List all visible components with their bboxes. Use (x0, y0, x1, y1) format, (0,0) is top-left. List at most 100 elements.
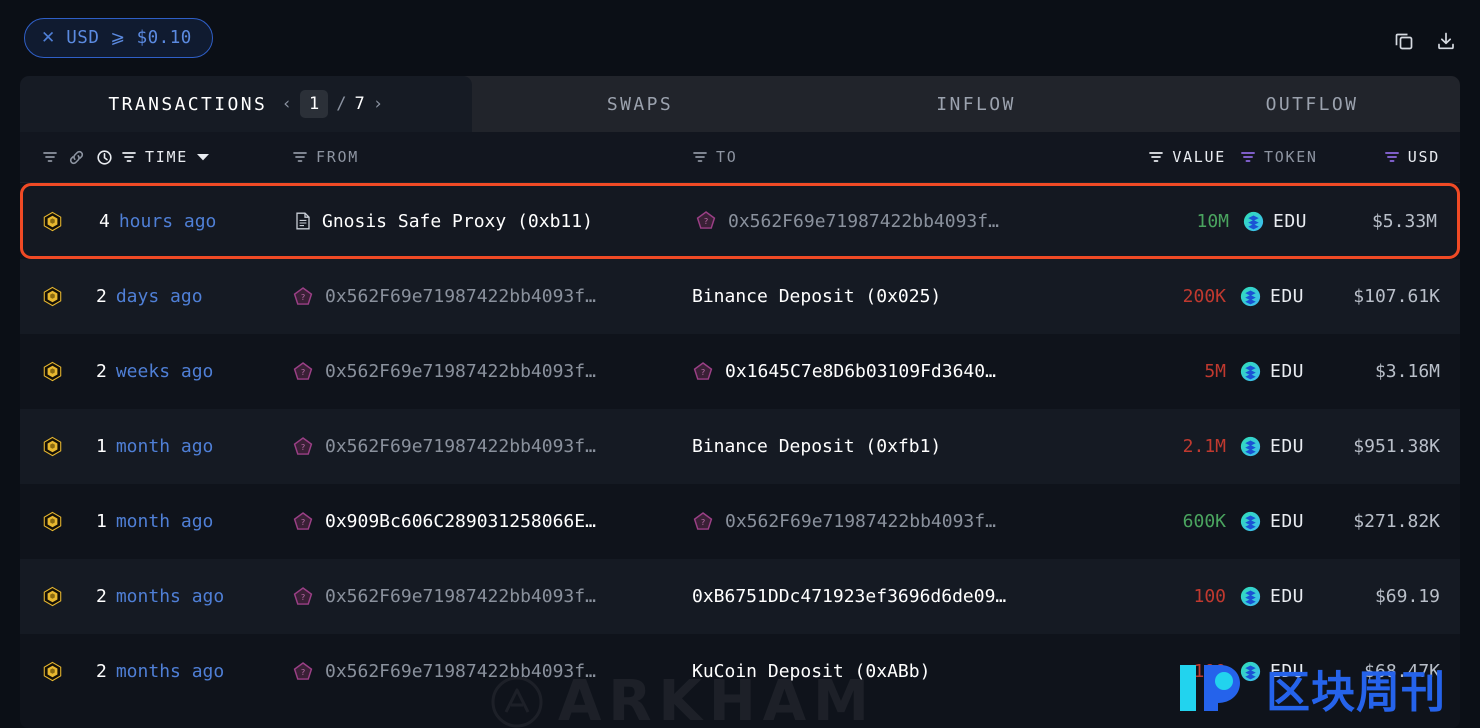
cell-to[interactable]: Binance Deposit (0x025) (692, 286, 1098, 307)
table-row[interactable]: 2 months ago? 0x562F69e71987422bb4093f… 0xB… (20, 559, 1460, 634)
cell-token[interactable]: EDU (1226, 661, 1346, 682)
table-row[interactable]: 1 month ago? 0x562F69e71987422bb4093f… Bina… (20, 409, 1460, 484)
from-address[interactable]: 0x562F69e71987422bb4093f… (325, 286, 596, 307)
cell-chain[interactable] (20, 661, 96, 682)
copy-icon[interactable] (1390, 27, 1418, 55)
filter-icon[interactable] (292, 150, 308, 164)
svg-text:?: ? (704, 216, 709, 226)
usd-amount: $3.16M (1374, 361, 1440, 382)
time-number: 2 (96, 286, 107, 307)
to-address[interactable]: KuCoin Deposit (0xABb) (692, 661, 930, 682)
filter-chip-usd[interactable]: ✕ USD ⩾ $0.10 (24, 18, 213, 58)
cell-usd: $69.19 (1346, 586, 1460, 607)
cell-time[interactable]: 2 days ago (96, 286, 292, 307)
filter-icon[interactable] (1384, 150, 1400, 164)
cell-from[interactable]: ? 0x909Bc606C289031258066E… (292, 511, 692, 533)
cell-from[interactable]: Gnosis Safe Proxy (0xb11) (295, 211, 695, 232)
usd-amount: $951.38K (1353, 436, 1440, 457)
cell-to[interactable]: Binance Deposit (0xfb1) (692, 436, 1098, 457)
pagination: ‹ 1 / 7 › (281, 90, 383, 118)
table-row[interactable]: 1 month ago? 0x909Bc606C289031258066E…? 0x5… (20, 484, 1460, 559)
from-address[interactable]: Gnosis Safe Proxy (0xb11) (322, 211, 593, 232)
filter-icon[interactable] (1240, 150, 1256, 164)
cell-time[interactable]: 1 month ago (96, 436, 292, 457)
cell-token[interactable]: EDU (1226, 361, 1346, 382)
cell-from[interactable]: ? 0x562F69e71987422bb4093f… (292, 361, 692, 383)
column-header-token[interactable]: TOKEN (1226, 148, 1346, 166)
cell-from[interactable]: ? 0x562F69e71987422bb4093f… (292, 661, 692, 683)
tab-swaps[interactable]: SWAPS (472, 76, 808, 132)
from-address[interactable]: 0x909Bc606C289031258066E… (325, 511, 596, 532)
cell-to[interactable]: 0xB6751DDc471923ef3696d6de09… (692, 586, 1098, 607)
chain-icon (43, 511, 62, 532)
cell-from[interactable]: ? 0x562F69e71987422bb4093f… (292, 586, 692, 608)
column-header-time[interactable]: TIME (96, 148, 292, 166)
cell-to[interactable]: ? 0x562F69e71987422bb4093f… (692, 511, 1098, 533)
close-icon[interactable]: ✕ (41, 29, 55, 47)
pagination-current-page[interactable]: 1 (300, 90, 329, 118)
column-header-value[interactable]: VALUE (1098, 148, 1226, 166)
cell-token[interactable]: EDU (1229, 211, 1349, 232)
cell-token[interactable]: EDU (1226, 286, 1346, 307)
cell-to[interactable]: ? 0x1645C7e8D6b03109Fd3640… (692, 361, 1098, 383)
from-address[interactable]: 0x562F69e71987422bb4093f… (325, 436, 596, 457)
cell-token[interactable]: EDU (1226, 511, 1346, 532)
to-address[interactable]: 0x562F69e71987422bb4093f… (728, 211, 999, 232)
tab-outflow[interactable]: OUTFLOW (1144, 76, 1480, 132)
cell-to[interactable]: KuCoin Deposit (0xABb) (692, 661, 1098, 682)
chevron-down-icon[interactable] (196, 152, 210, 162)
from-address[interactable]: 0x562F69e71987422bb4093f… (325, 661, 596, 682)
cell-usd: $5.33M (1349, 211, 1457, 232)
cell-chain[interactable] (20, 361, 96, 382)
cell-time[interactable]: 2 months ago (96, 661, 292, 682)
cell-chain[interactable] (20, 286, 96, 307)
download-icon[interactable] (1432, 27, 1460, 55)
cell-from[interactable]: ? 0x562F69e71987422bb4093f… (292, 286, 692, 308)
table-row[interactable]: 2 weeks ago? 0x562F69e71987422bb4093f…? 0x1… (20, 334, 1460, 409)
to-address[interactable]: Binance Deposit (0xfb1) (692, 436, 941, 457)
cell-chain[interactable] (20, 511, 96, 532)
filter-icon[interactable] (1148, 150, 1164, 164)
entity-icon: ? (293, 586, 313, 605)
from-address[interactable]: 0x562F69e71987422bb4093f… (325, 361, 596, 382)
filter-icon[interactable] (121, 150, 137, 164)
cell-time[interactable]: 2 months ago (96, 586, 292, 607)
from-address[interactable]: 0x562F69e71987422bb4093f… (325, 586, 596, 607)
cell-chain[interactable] (23, 211, 99, 232)
column-header-usd[interactable]: USD (1346, 148, 1460, 166)
cell-to[interactable]: ? 0x562F69e71987422bb4093f… (695, 210, 1101, 232)
filter-icon[interactable] (692, 150, 708, 164)
to-address[interactable]: 0x562F69e71987422bb4093f… (725, 511, 996, 532)
link-icon[interactable] (68, 149, 85, 166)
table-row[interactable]: 4 hours ago Gnosis Safe Proxy (0xb11)? 0x56… (20, 183, 1460, 259)
tab-transactions[interactable]: TRANSACTIONS ‹ 1 / 7 › (20, 76, 472, 132)
cell-time[interactable]: 4 hours ago (99, 211, 295, 232)
cell-time[interactable]: 1 month ago (96, 511, 292, 532)
to-address[interactable]: 0x1645C7e8D6b03109Fd3640… (725, 361, 996, 382)
token-icon-edu (1240, 586, 1261, 607)
column-header-to[interactable]: TO (692, 148, 1098, 166)
to-address[interactable]: Binance Deposit (0x025) (692, 286, 941, 307)
tab-outflow-label: OUTFLOW (1265, 93, 1359, 115)
cell-value: 5M (1098, 361, 1226, 382)
time-number: 1 (96, 511, 107, 532)
pagination-prev-icon[interactable]: ‹ (281, 94, 292, 114)
cell-chain[interactable] (20, 586, 96, 607)
to-address[interactable]: 0xB6751DDc471923ef3696d6de09… (692, 586, 1006, 607)
cell-from[interactable]: ? 0x562F69e71987422bb4093f… (292, 436, 692, 458)
cell-time[interactable]: 2 weeks ago (96, 361, 292, 382)
column-header-time-label: TIME (145, 148, 188, 166)
cell-chain[interactable] (20, 436, 96, 457)
table-row[interactable]: 2 days ago? 0x562F69e71987422bb4093f… Binan… (20, 259, 1460, 334)
table-row[interactable]: 2 months ago? 0x562F69e71987422bb4093f… KuC… (20, 634, 1460, 709)
filter-icon[interactable] (42, 150, 58, 164)
cell-value: 10M (1101, 211, 1229, 232)
time-number: 2 (96, 361, 107, 382)
pagination-next-icon[interactable]: › (373, 94, 384, 114)
column-header-chain[interactable] (20, 149, 96, 166)
tab-inflow[interactable]: INFLOW (808, 76, 1144, 132)
column-header-from[interactable]: FROM (292, 148, 692, 166)
cell-token[interactable]: EDU (1226, 436, 1346, 457)
cell-token[interactable]: EDU (1226, 586, 1346, 607)
toolbar-actions (1390, 27, 1460, 55)
